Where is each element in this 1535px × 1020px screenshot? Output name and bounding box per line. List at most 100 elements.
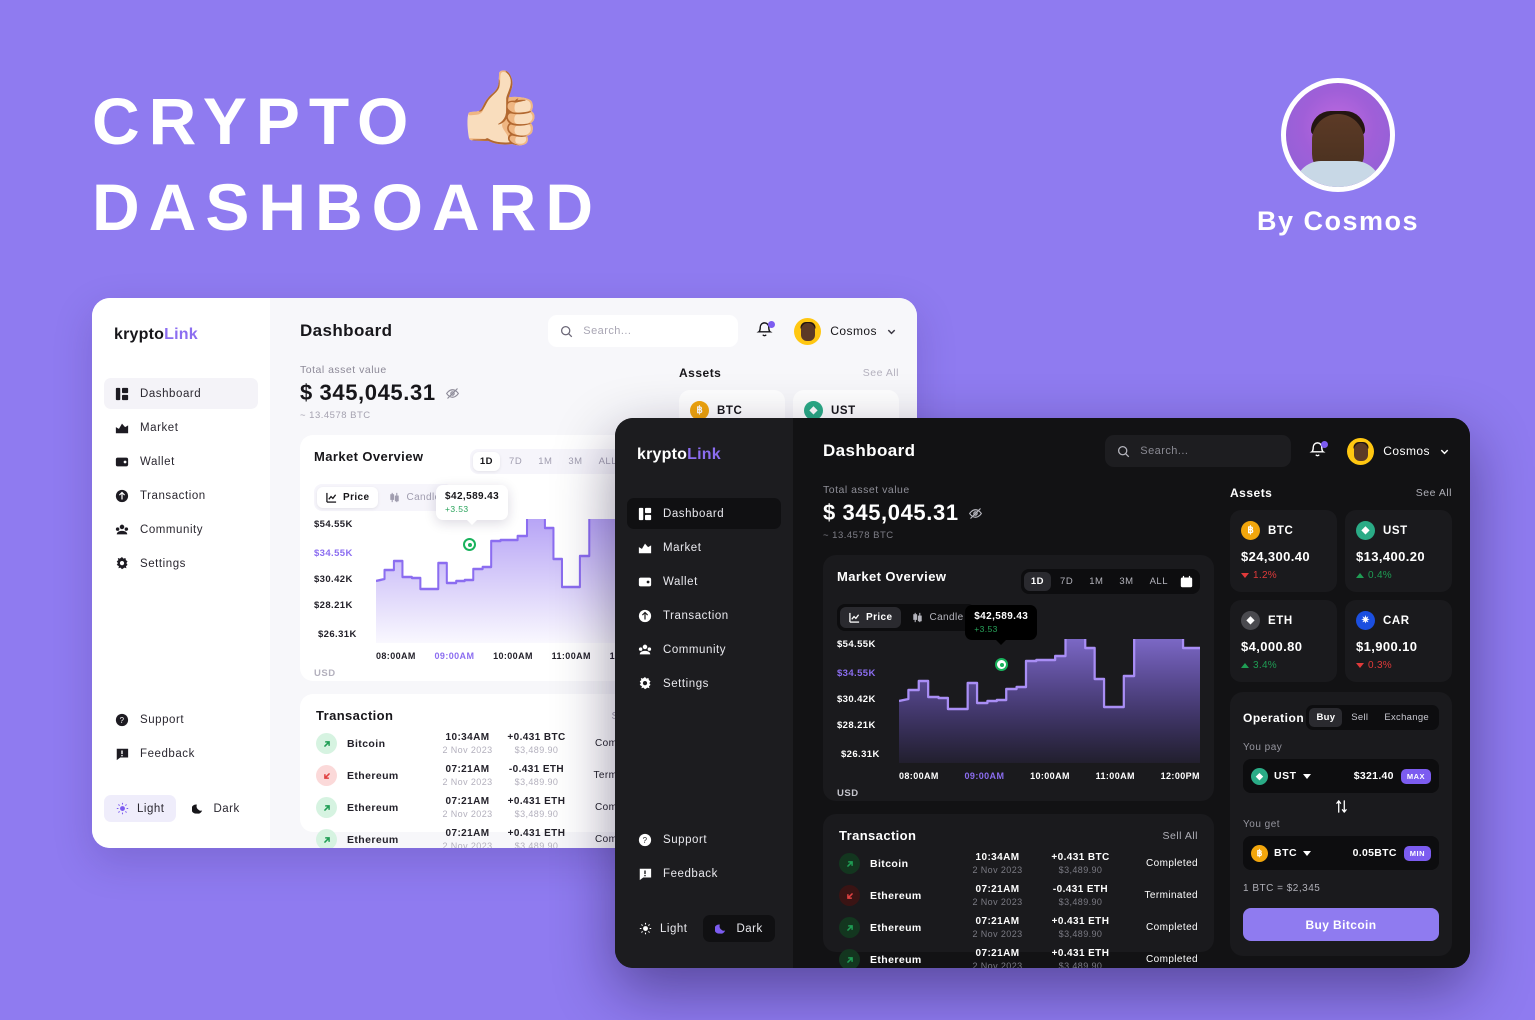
notifications-button[interactable]: [756, 320, 776, 342]
table-row[interactable]: Ethereum 07:21AM 2 Nov 2023 +0.431 ETH $…: [839, 916, 1198, 939]
tx-amount: +0.431 ETH: [1051, 916, 1110, 927]
chart-type-candle[interactable]: Candle: [380, 487, 449, 508]
table-row[interactable]: Ethereum 07:21AM 2 Nov 2023 -0.431 ETH $…: [316, 764, 647, 787]
brand-logo[interactable]: kryptoLink: [615, 446, 793, 464]
buy-bitcoin-button[interactable]: Buy Bitcoin: [1243, 908, 1439, 941]
get-coin-select[interactable]: ฿ BTC: [1251, 844, 1312, 862]
sidebar-item-support[interactable]: ? Support: [104, 704, 258, 735]
range-option-1d[interactable]: 1D: [1023, 572, 1052, 591]
tx-coin-name: Bitcoin: [870, 857, 909, 870]
min-button[interactable]: MIN: [1403, 845, 1431, 861]
sidebar-item-community[interactable]: Community: [104, 514, 258, 545]
assets-see-all-button[interactable]: See All: [863, 367, 899, 379]
sidebar-item-community[interactable]: Community: [627, 634, 781, 665]
sidebar-item-market[interactable]: Market: [627, 532, 781, 563]
sidebar-item-settings[interactable]: Settings: [627, 668, 781, 699]
theme-toggle-dark-window: Light Dark: [627, 915, 781, 942]
range-option-7d[interactable]: 7D: [1053, 572, 1080, 591]
theme-option-dark[interactable]: Dark: [180, 795, 251, 822]
tx-usd: $3,489.90: [1058, 961, 1103, 968]
range-option-7d[interactable]: 7D: [502, 452, 529, 471]
table-row[interactable]: Ethereum 07:21AM 2 Nov 2023 -0.431 ETH $…: [839, 884, 1198, 907]
x-axis: 08:00AM 09:00AM 10:00AM 11:00AM 12:00PM: [899, 771, 1200, 781]
sell-all-button[interactable]: Sell All: [1162, 830, 1198, 842]
sidebar-item-market[interactable]: Market: [104, 412, 258, 443]
car-coin-icon: ✷: [1356, 611, 1375, 630]
tx-amount-cell: -0.431 ETH $3,489.90: [502, 764, 571, 787]
right-column-dark: Assets See All ฿ BTC $24,300.40 1.2% ◆ U…: [1230, 484, 1452, 956]
x-tick-1: 09:00AM: [434, 651, 475, 661]
search-input[interactable]: [583, 325, 727, 337]
user-menu[interactable]: Cosmos: [794, 317, 897, 345]
chart-plot: $42,589.43 +3.53 08:00AM 09:00AM 10:00AM…: [376, 485, 649, 671]
user-menu[interactable]: Cosmos: [1347, 437, 1450, 465]
theme-option-light[interactable]: Light: [627, 915, 699, 942]
tx-amount: -0.431 ETH: [1052, 884, 1109, 895]
range-option-3m[interactable]: 3M: [561, 452, 589, 471]
tx-amount: +0.431 BTC: [507, 732, 566, 743]
line-chart-icon: [849, 612, 860, 623]
max-button[interactable]: MAX: [1400, 768, 1431, 784]
price-area-chart: [376, 519, 649, 643]
tab-sell[interactable]: Sell: [1344, 708, 1375, 727]
pay-coin-select[interactable]: ◆ UST: [1251, 767, 1311, 785]
market-overview-header: Market Overview 1D 7D 1M 3M ALL: [837, 569, 1200, 594]
calendar-icon[interactable]: [1180, 575, 1193, 588]
range-option-1d[interactable]: 1D: [472, 452, 501, 471]
tx-time-cell: 10:34AM 2 Nov 2023: [956, 852, 1039, 875]
sidebar-item-label: Dashboard: [663, 507, 725, 520]
assets-see-all-button[interactable]: See All: [1416, 487, 1452, 499]
search-input[interactable]: [1140, 445, 1280, 457]
swap-arrows-icon[interactable]: [1335, 799, 1348, 814]
sidebar-item-wallet[interactable]: Wallet: [627, 566, 781, 597]
sidebar-item-label: Feedback: [663, 867, 718, 880]
table-row[interactable]: Bitcoin 10:34AM 2 Nov 2023 +0.431 BTC $3…: [316, 732, 647, 755]
asset-card-ust[interactable]: ◆ UST $13,400.20 0.4%: [1345, 510, 1452, 592]
asset-card-car[interactable]: ✷ CAR $1,900.10 0.3%: [1345, 600, 1452, 682]
table-row[interactable]: Ethereum 07:21AM 2 Nov 2023 +0.431 ETH $…: [839, 948, 1198, 968]
eye-off-icon[interactable]: [968, 506, 983, 521]
sidebar-item-wallet[interactable]: Wallet: [104, 446, 258, 477]
you-get-label: You get: [1243, 819, 1281, 830]
range-option-1m[interactable]: 1M: [1082, 572, 1110, 591]
theme-option-light[interactable]: Light: [104, 795, 177, 822]
tx-time-cell: 07:21AM 2 Nov 2023: [956, 916, 1039, 939]
sidebar-item-transaction[interactable]: Transaction: [627, 600, 781, 631]
table-row[interactable]: Bitcoin 10:34AM 2 Nov 2023 +0.431 BTC $3…: [839, 852, 1198, 875]
table-row[interactable]: Ethereum 07:21AM 2 Nov 2023 +0.431 ETH $…: [316, 796, 647, 819]
chart-type-price[interactable]: Price: [840, 607, 902, 628]
sidebar-item-feedback[interactable]: Feedback: [104, 738, 258, 769]
sidebar-item-transaction[interactable]: Transaction: [104, 480, 258, 511]
sidebar-item-support[interactable]: ? Support: [627, 824, 781, 855]
sidebar-item-feedback[interactable]: Feedback: [627, 858, 781, 889]
sidebar-item-dashboard[interactable]: Dashboard: [627, 498, 781, 529]
total-asset-value-row: $ 345,045.31: [300, 380, 663, 406]
you-get-field[interactable]: ฿ BTC 0.05BTC MIN: [1243, 836, 1439, 870]
tx-date: 2 Nov 2023: [442, 809, 493, 819]
brand-logo[interactable]: kryptoLink: [92, 326, 270, 344]
x-tick-1: 09:00AM: [964, 771, 1005, 781]
notifications-button[interactable]: [1309, 440, 1329, 462]
tx-amount-cell: +0.431 ETH $3,489.90: [502, 828, 571, 848]
eye-off-icon[interactable]: [445, 386, 460, 401]
theme-option-dark[interactable]: Dark: [703, 915, 775, 942]
sidebar-item-settings[interactable]: Settings: [104, 548, 258, 579]
tx-time-cell: 10:34AM 2 Nov 2023: [433, 732, 502, 755]
sidebar-item-dashboard[interactable]: Dashboard: [104, 378, 258, 409]
range-option-1m[interactable]: 1M: [531, 452, 559, 471]
range-option-3m[interactable]: 3M: [1112, 572, 1140, 591]
asset-card-eth[interactable]: ◆ ETH $4,000.80 3.4%: [1230, 600, 1337, 682]
search-box[interactable]: [1105, 435, 1292, 467]
search-box[interactable]: [548, 315, 739, 347]
tab-exchange[interactable]: Exchange: [1377, 708, 1436, 727]
you-pay-field[interactable]: ◆ UST $321.40 MAX: [1243, 759, 1439, 793]
asset-change: 1.2%: [1241, 570, 1326, 581]
x-tick-3: 11:00AM: [551, 651, 591, 661]
range-option-all[interactable]: ALL: [1143, 572, 1175, 591]
table-row[interactable]: Ethereum 07:21AM 2 Nov 2023 +0.431 ETH $…: [316, 828, 647, 848]
chart-type-candle[interactable]: Candle: [903, 607, 972, 628]
chart-type-price[interactable]: Price: [317, 487, 379, 508]
tab-buy[interactable]: Buy: [1309, 708, 1343, 727]
arrow-up-right-icon: [316, 829, 337, 848]
asset-card-btc[interactable]: ฿ BTC $24,300.40 1.2%: [1230, 510, 1337, 592]
